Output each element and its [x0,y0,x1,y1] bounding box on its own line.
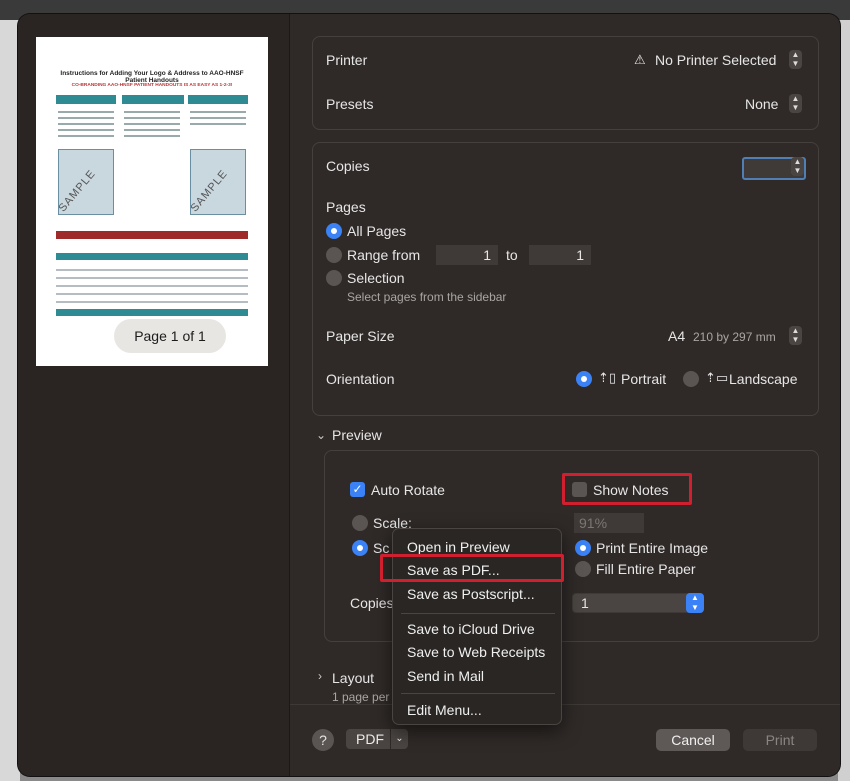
thumbnail-row [56,269,248,271]
layout-summary: 1 page per [332,690,390,704]
portrait-icon: ⇡▯ [598,370,617,385]
selection-hint: Select pages from the sidebar [347,290,507,304]
thumbnail-subtitle: CO-BRANDING AAO-HNSF PATIENT HANDOUTS IS… [71,83,233,88]
copies-label: Copies [326,158,370,174]
presets-label: Presets [326,96,374,112]
range-from-input[interactable]: 1 [436,245,498,265]
range-from-label: Range from [347,247,421,263]
printer-value[interactable]: No Printer Selected [655,52,776,68]
landscape-icon: ⇡▭ [705,370,729,385]
page-indicator: Page 1 of 1 [114,319,226,353]
preview-pane: Instructions for Adding Your Logo & Addr… [18,14,290,776]
paper-size-popup-chevron-icon[interactable]: ▲ ▼ [789,326,802,345]
cancel-button[interactable]: Cancel [656,729,730,751]
printer-group: Printer ⚠ No Printer Selected ▲ ▼ Presets… [312,36,819,130]
orientation-label: Orientation [326,371,395,387]
chevron-down-icon[interactable]: ⌄ [390,729,408,749]
menu-item-edit-menu[interactable]: Edit Menu... [407,702,482,718]
warning-icon: ⚠ [634,52,646,67]
thumbnail-band [188,95,248,104]
menu-item-save-as-postscript[interactable]: Save as Postscript... [407,586,535,602]
show-notes-highlight [562,473,692,505]
printer-label: Printer [326,52,368,68]
presets-value[interactable]: None [745,96,778,112]
thumbnail-band [122,95,184,104]
thumbnail-column [122,107,182,237]
thumbnail-row [56,285,248,287]
range-to-input[interactable]: 1 [529,245,591,265]
paper-size-value[interactable]: A4 [668,328,685,344]
dialog-footer: ? PDF ⌄ Cancel Print [290,704,840,776]
background-left-edge [0,20,20,781]
range-radio[interactable] [326,247,342,263]
landscape-label: Landscape [729,371,798,387]
print-entire-image-label: Print Entire Image [596,540,709,556]
copies-per-page-label: Copies [350,595,394,611]
fill-entire-paper-radio[interactable] [575,561,591,577]
settings-pane: Printer ⚠ No Printer Selected ▲ ▼ Presets… [290,14,840,776]
thumbnail-banner [56,253,248,260]
scale-input[interactable]: 91% [574,513,644,533]
pdf-button-label: PDF [356,731,384,747]
preview-section-title[interactable]: Preview [332,427,382,443]
all-pages-label: All Pages [347,223,407,239]
preview-disclosure-chevron-icon[interactable]: ⌄ [316,428,326,442]
range-to-label: to [506,247,518,263]
thumbnail-row [56,293,248,295]
menu-item-save-to-icloud-drive[interactable]: Save to iCloud Drive [407,621,535,637]
copies-per-page-select[interactable]: 1 [572,593,704,613]
portrait-label: Portrait [621,371,667,387]
pages-label: Pages [326,199,366,215]
thumbnail-title: Instructions for Adding Your Logo & Addr… [60,70,244,84]
menu-item-save-to-web-receipts[interactable]: Save to Web Receipts [407,644,545,660]
auto-rotate-checkbox[interactable]: ✓ [350,482,365,497]
print-button[interactable]: Print [743,729,817,751]
print-entire-image-radio[interactable] [575,540,591,556]
page-settings-group: Copies 1 ▲▼ Pages All Pages Range from 1… [312,142,819,416]
printer-popup-chevron-icon[interactable]: ▲ ▼ [789,50,802,69]
landscape-radio[interactable] [683,371,699,387]
menu-separator [401,613,555,614]
save-as-pdf-highlight [380,554,564,582]
page-thumbnail[interactable]: Instructions for Adding Your Logo & Addr… [36,37,268,366]
thumbnail-banner [56,231,248,239]
thumbnail-banner [56,309,248,316]
thumbnail-row [56,277,248,279]
selection-radio[interactable] [326,270,342,286]
menu-item-send-in-mail[interactable]: Send in Mail [407,668,484,684]
paper-size-label: Paper Size [326,328,395,344]
copies-per-page-chevron-icon[interactable]: ▲ ▼ [686,593,704,613]
copies-stepper[interactable]: ▲ ▼ [791,157,804,176]
paper-size-dimensions: 210 by 297 mm [693,330,776,344]
pdf-menu-button[interactable]: PDF ⌄ [346,729,408,749]
portrait-radio[interactable] [576,371,592,387]
menu-separator [401,693,555,694]
auto-rotate-label: Auto Rotate [371,482,445,498]
scale-to-fit-radio[interactable] [352,540,368,556]
thumbnail-band [56,95,116,104]
layout-section-title[interactable]: Layout [332,670,374,686]
layout-disclosure-chevron-icon[interactable]: › [318,669,322,683]
selection-label: Selection [347,270,405,286]
presets-popup-chevron-icon[interactable]: ▲ ▼ [789,94,802,113]
fill-entire-paper-label: Fill Entire Paper [596,561,696,577]
scale-radio[interactable] [352,515,368,531]
thumbnail-row [56,301,248,303]
help-button[interactable]: ? [312,729,334,751]
menu-item-open-in-preview[interactable]: Open in Preview [407,539,510,555]
all-pages-radio[interactable] [326,223,342,239]
